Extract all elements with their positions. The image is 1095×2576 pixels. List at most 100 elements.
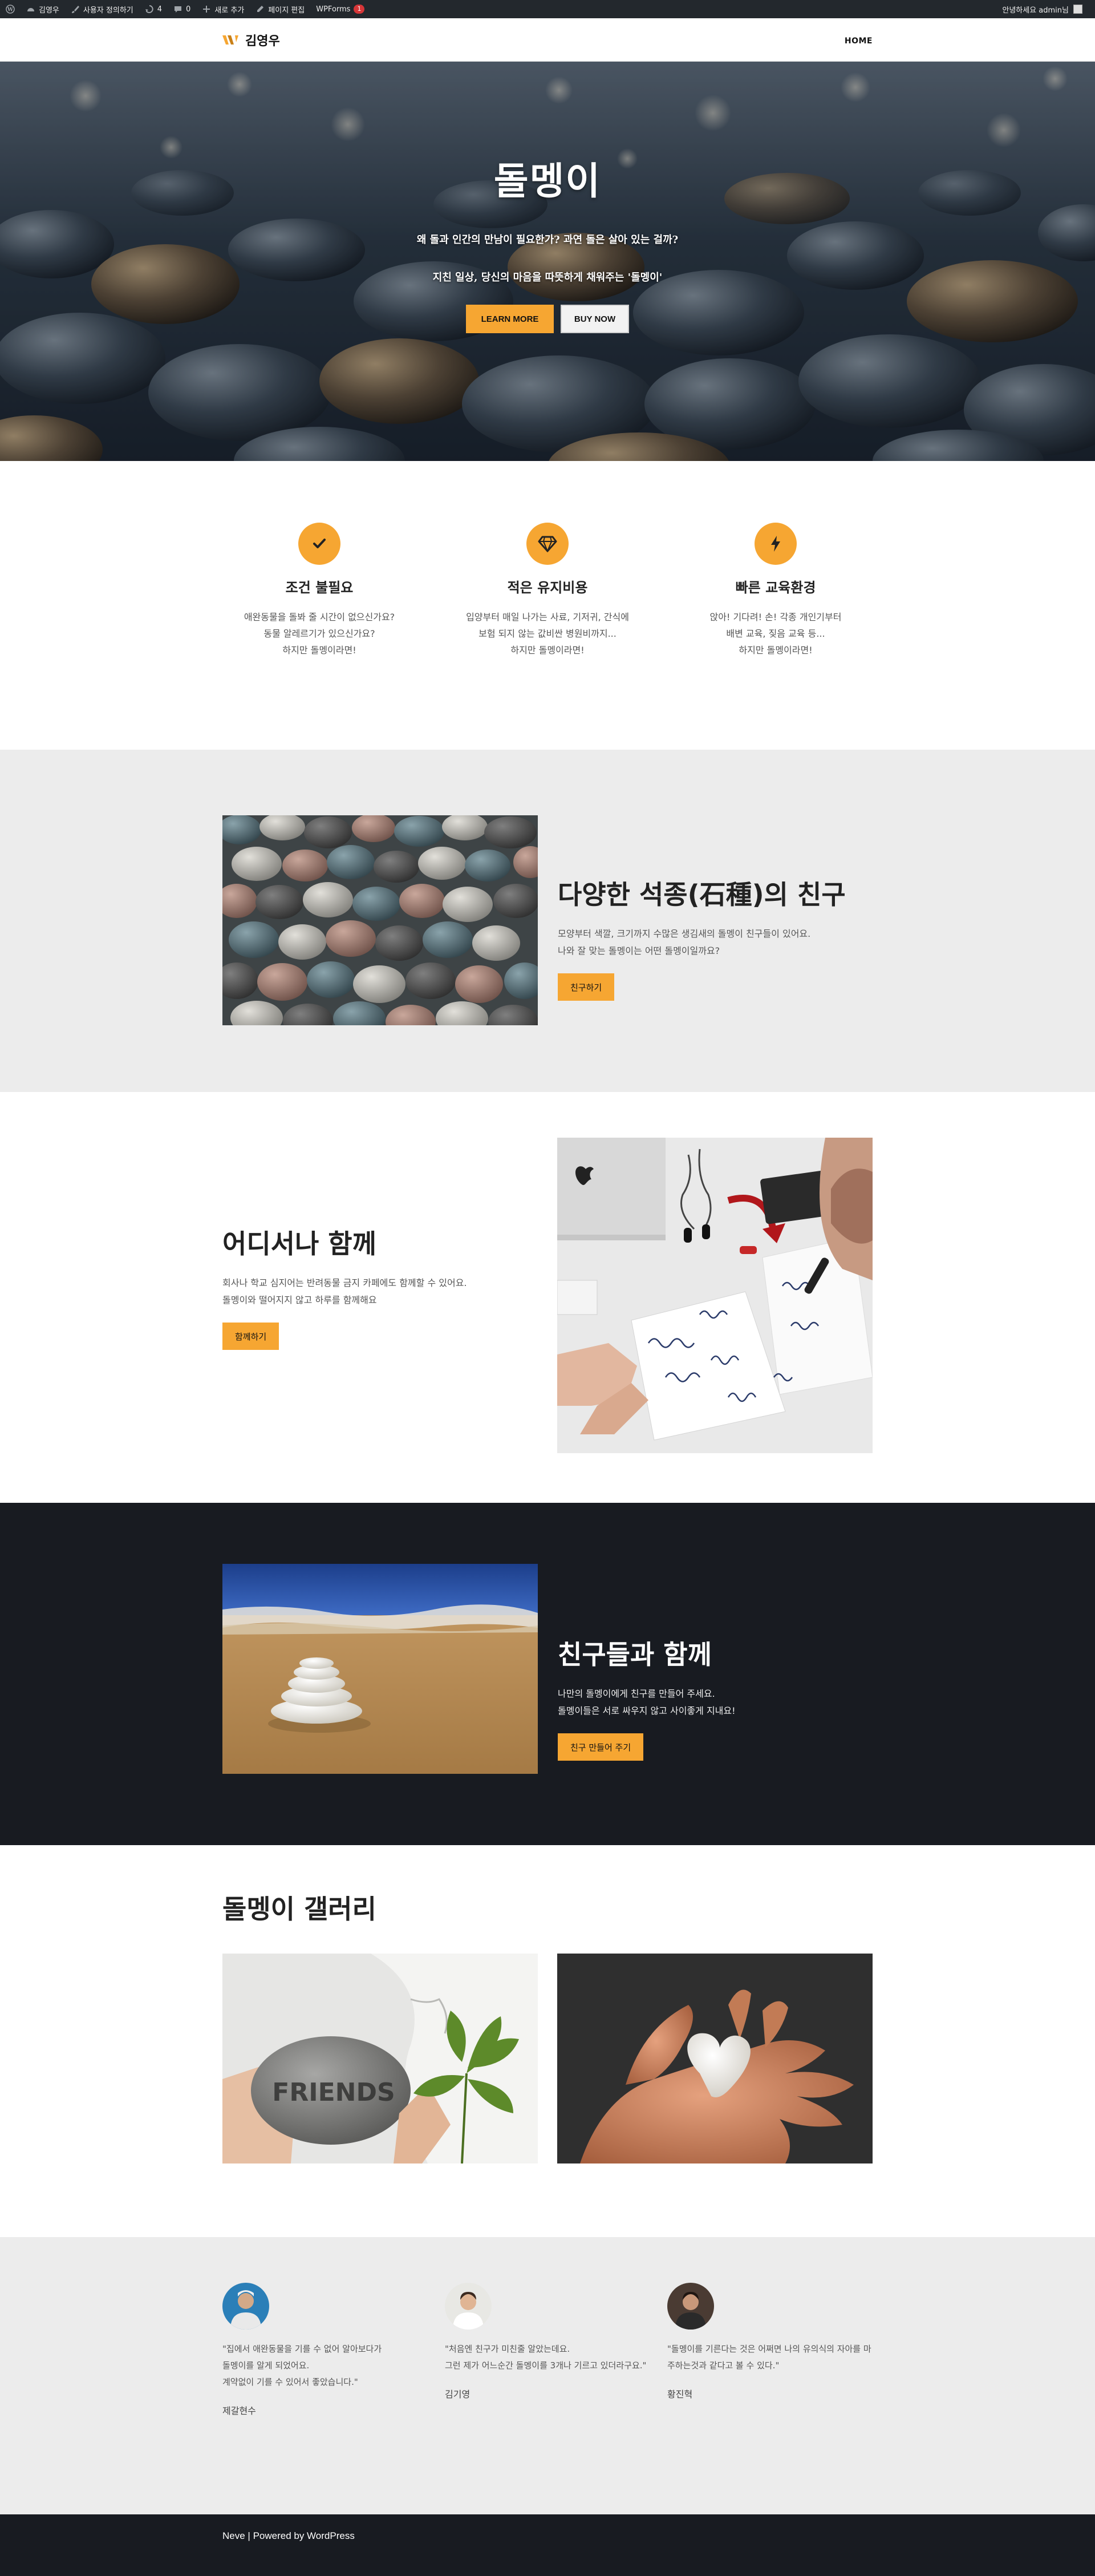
comment-icon xyxy=(175,6,182,13)
make-friend-button[interactable]: 친구하기 xyxy=(558,973,615,1001)
feature-item: 적은 유지비용 입양부터 매일 나가는 사료, 기저귀, 간식에 보험 되지 않… xyxy=(451,523,644,658)
hero-tagline: 지친 일상, 당신의 마음을 따뜻하게 채워주는 '돌멩이' xyxy=(432,272,663,284)
testimonial-quote: "돌멩이를 기른다는 것은 어쩌면 나의 유의식의 자아를 마 주하는것과 같다… xyxy=(667,2341,873,2374)
testimonials-section: "집에서 애완동물을 기를 수 없어 알아보다가 돌멩이를 알게 되었어요. 계… xyxy=(0,2237,1095,2514)
friends-desc-line: 돌멩이들은 서로 싸우지 않고 사이좋게 지내요! xyxy=(558,1705,736,1716)
buy-now-button[interactable]: BUY NOW xyxy=(561,305,629,333)
diamond-icon xyxy=(526,523,569,565)
make-friends-button[interactable]: 친구 만들어 주기 xyxy=(558,1733,644,1761)
admin-site-name: 김영우 xyxy=(39,6,59,15)
testimonial-author: 황진혁 xyxy=(667,2389,693,2400)
admin-wpforms-label: WPForms xyxy=(316,5,351,14)
stacked-stones-beach-image xyxy=(222,1564,538,1774)
testimonial-avatar xyxy=(445,2283,492,2330)
testimonial-avatar xyxy=(222,2283,269,2330)
site-title: 김영우 xyxy=(245,34,280,48)
quote-line: "처음엔 친구가 미친줄 알았는데요. xyxy=(445,2344,570,2354)
gallery-title: 돌멩이 갤러리 xyxy=(222,1894,376,1924)
testimonial-card: "돌멩이를 기른다는 것은 어쩌면 나의 유의식의 자아를 마 주하는것과 같다… xyxy=(667,2283,873,2417)
feature-text-line: 보험 되지 않는 값비싼 병원비까지... xyxy=(478,628,617,639)
everywhere-section: 어디서나 함께 회사나 학교 심지어는 반려동물 금지 카페에도 함께할 수 있… xyxy=(0,1092,1095,1503)
footer-powered-link[interactable]: Powered by WordPress xyxy=(253,2530,355,2541)
testimonial-card: "집에서 애완동물을 기를 수 없어 알아보다가 돌멩이를 알게 되었어요. 계… xyxy=(222,2283,428,2417)
plus-icon xyxy=(203,6,210,13)
testimonial-author: 김기영 xyxy=(445,2389,471,2400)
feature-text-line: 애완동물을 돌봐 줄 시간이 없으신가요? xyxy=(244,612,395,622)
feature-text: 앉아! 기다려! 손! 각종 개인기부터 배변 교육, 짖음 교육 등... 하… xyxy=(679,609,873,658)
friends-desc-line: 나만의 돌멩이에게 친구를 만들어 주세요. xyxy=(558,1688,715,1699)
feature-text-line: 하지만 돌멩이라면! xyxy=(282,645,356,656)
quote-line: 그런 제가 어느순간 돌멩이를 3개나 기르고 있더라구요." xyxy=(445,2360,647,2371)
feature-text-line: 동물 알레르기가 있으신가요? xyxy=(263,628,375,639)
site-brand-link[interactable]: 김영우 xyxy=(222,31,280,49)
variety-desc-line: 나와 잘 맞는 돌멩이는 어떤 돌멩이일까요? xyxy=(558,945,720,956)
everywhere-description: 회사나 학교 심지어는 반려동물 금지 카페에도 함께할 수 있어요. 돌멩이와… xyxy=(222,1275,530,1309)
admin-updates-link[interactable]: 4 xyxy=(145,5,162,14)
hero-title: 돌멩이 xyxy=(493,159,602,203)
admin-wpforms-link[interactable]: WPForms 1 xyxy=(316,5,365,14)
brush-icon xyxy=(71,6,79,13)
feature-text-line: 하지만 돌멩이라면! xyxy=(739,645,813,656)
feature-item: 빠른 교육환경 앉아! 기다려! 손! 각종 개인기부터 배변 교육, 짖음 교… xyxy=(679,523,873,658)
admin-new-content-link[interactable]: 새로 추가 xyxy=(202,4,244,15)
admin-comments-count: 0 xyxy=(186,5,191,14)
check-icon xyxy=(298,523,340,565)
admin-site-link[interactable]: 김영우 xyxy=(26,4,59,15)
feature-title: 적은 유지비용 xyxy=(507,580,588,596)
colorful-pebbles-image xyxy=(222,815,538,1025)
heart-stone-hand-image[interactable] xyxy=(557,1954,873,2163)
feature-text: 입양부터 매일 나가는 사료, 기저귀, 간식에 보험 되지 않는 값비싼 병원… xyxy=(451,609,644,658)
admin-customize-link[interactable]: 사용자 정의하기 xyxy=(71,4,133,15)
feature-title: 조건 불필요 xyxy=(285,580,354,596)
variety-description: 모양부터 색깔, 크기까지 수많은 생김새의 돌멩이 친구들이 있어요. 나와 … xyxy=(558,925,873,960)
variety-desc-line: 모양부터 색깔, 크기까지 수많은 생김새의 돌멩이 친구들이 있어요. xyxy=(558,928,811,939)
everywhere-desc-line: 회사나 학교 심지어는 반려동물 금지 카페에도 함께할 수 있어요. xyxy=(222,1277,467,1288)
updates-icon xyxy=(145,5,153,13)
variety-section: 다양한 석종(石種)의 친구 모양부터 색깔, 크기까지 수많은 생김새의 돌멩… xyxy=(0,750,1095,1092)
admin-new-content-label: 새로 추가 xyxy=(214,6,245,15)
admin-edit-page-label: 페이지 편집 xyxy=(268,6,305,15)
site-logo-icon xyxy=(222,35,238,45)
feature-text-line: 입양부터 매일 나가는 사료, 기저귀, 간식에 xyxy=(466,612,629,622)
primary-nav: HOME xyxy=(845,35,873,46)
everywhere-desc-line: 돌멩이와 떨어지지 않고 하루를 함께해요 xyxy=(222,1295,377,1305)
feature-title: 빠른 교육환경 xyxy=(735,580,816,596)
dashboard-icon xyxy=(27,8,34,11)
wpforms-notification-badge: 1 xyxy=(354,5,365,14)
footer-credits: Neve | Powered by WordPress xyxy=(222,2530,873,2542)
svg-text:W: W xyxy=(7,7,14,13)
feature-text-line: 앉아! 기다려! 손! 각종 개인기부터 xyxy=(709,612,842,622)
testimonial-avatar xyxy=(667,2283,714,2330)
testimonial-quote: "처음엔 친구가 미친줄 알았는데요. 그런 제가 어느순간 돌멩이를 3개나 … xyxy=(445,2341,650,2374)
admin-account-menu[interactable]: 안녕하세요 admin님 xyxy=(1002,4,1082,15)
friends-stone-image[interactable]: FRIENDS xyxy=(222,1954,538,2163)
together-button[interactable]: 함께하기 xyxy=(222,1323,279,1350)
bolt-icon xyxy=(755,523,797,565)
gallery-section: 돌멩이 갤러리 FRIENDS xyxy=(0,1845,1095,2237)
friends-title: 친구들과 함께 xyxy=(558,1639,712,1670)
site-header: 김영우 HOME xyxy=(0,18,1095,62)
friends-section: 친구들과 함께 나만의 돌멩이에게 친구를 만들어 주세요. 돌멩이들은 서로 … xyxy=(0,1503,1095,1845)
admin-edit-page-link[interactable]: 페이지 편집 xyxy=(256,4,305,15)
variety-title: 다양한 석종(石種)의 친구 xyxy=(558,879,846,910)
admin-updates-count: 4 xyxy=(157,5,163,14)
friends-stone-text: FRIENDS xyxy=(272,2078,395,2107)
admin-customize-label: 사용자 정의하기 xyxy=(83,6,133,15)
site-footer: Neve | Powered by WordPress xyxy=(0,2514,1095,2576)
feature-text: 애완동물을 돌봐 줄 시간이 없으신가요? 동물 알레르기가 있으신가요? 하지… xyxy=(222,609,416,658)
wordpress-logo-icon[interactable]: W xyxy=(6,5,15,14)
quote-line: "집에서 애완동물을 기를 수 없어 알아보다가 xyxy=(222,2344,382,2354)
hero-section: 돌멩이 왜 돌과 인간의 만남이 필요한가? 과연 돌은 살아 있는 걸까? 지… xyxy=(0,62,1095,461)
admin-comments-link[interactable]: 0 xyxy=(173,5,190,14)
nav-item-home[interactable]: HOME xyxy=(845,37,873,46)
testimonial-author: 제갈현수 xyxy=(222,2405,256,2416)
hero-subtitle: 왜 돌과 인간의 만남이 필요한가? 과연 돌은 살아 있는 걸까? xyxy=(416,234,679,246)
footer-theme-link[interactable]: Neve xyxy=(222,2530,245,2541)
testimonial-card: "처음엔 친구가 미친줄 알았는데요. 그런 제가 어느순간 돌멩이를 3개나 … xyxy=(445,2283,650,2417)
testimonial-quote: "집에서 애완동물을 기를 수 없어 알아보다가 돌멩이를 알게 되었어요. 계… xyxy=(222,2341,428,2391)
feature-item: 조건 불필요 애완동물을 돌봐 줄 시간이 없으신가요? 동물 알레르기가 있으… xyxy=(222,523,416,658)
features-section: 조건 불필요 애완동물을 돌봐 줄 시간이 없으신가요? 동물 알레르기가 있으… xyxy=(0,461,1095,750)
learn-more-button[interactable]: LEARN MORE xyxy=(466,305,554,333)
quote-line: 계약없이 기를 수 있어서 좋았습니다." xyxy=(222,2377,358,2387)
quote-line: 돌멩이를 알게 되었어요. xyxy=(222,2360,310,2371)
